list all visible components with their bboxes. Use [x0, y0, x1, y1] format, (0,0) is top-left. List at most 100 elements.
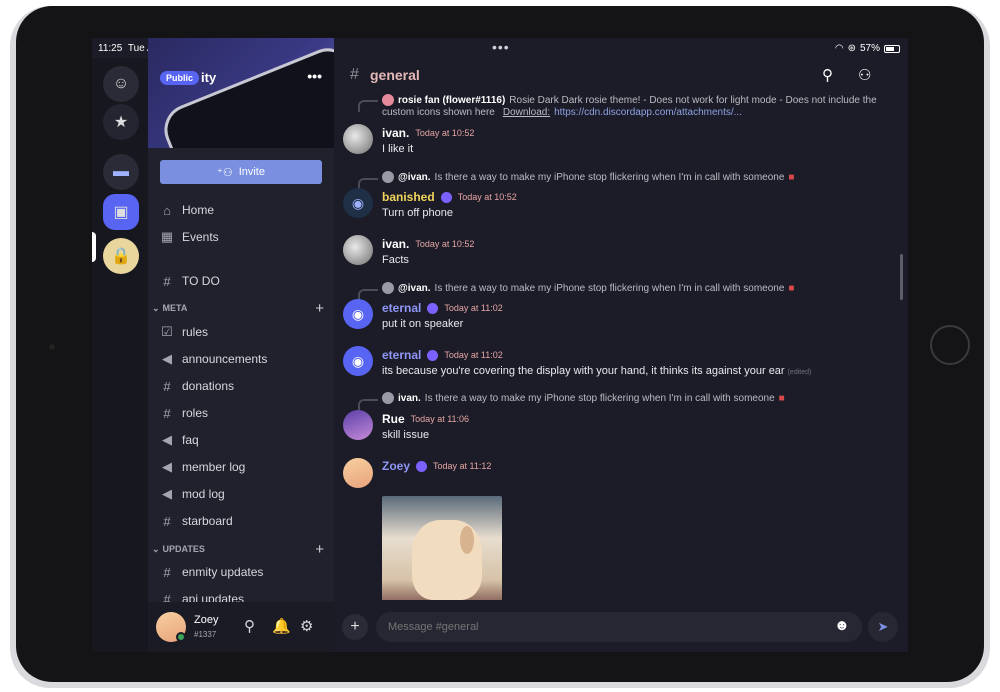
avatar[interactable] — [343, 235, 373, 265]
attachment-link[interactable]: https://cdn.discordapp.com/attachments/.… — [554, 107, 742, 118]
avatar[interactable] — [343, 410, 373, 440]
front-camera — [49, 344, 55, 350]
megaphone-icon: ◀ — [162, 459, 172, 474]
angry-emoji-icon: ■ — [788, 171, 795, 183]
megaphone-icon: ◀ — [162, 486, 172, 501]
message-list[interactable]: rosie fan (flower#1116) Rosie Dark Dark … — [334, 92, 908, 600]
megaphone-icon: ◀ — [162, 432, 172, 447]
server-enmity-icon[interactable]: ▣ — [103, 194, 139, 230]
add-channel-icon[interactable]: + — [315, 541, 324, 558]
checklist-icon: ☑ — [161, 324, 173, 339]
bell-icon[interactable]: 🔔 — [272, 617, 291, 635]
channel-enmity-updates[interactable]: # enmity updates — [160, 562, 263, 582]
timestamp: Today at 10:52 — [415, 128, 475, 138]
timestamp: Today at 11:12 — [433, 461, 492, 471]
gear-icon[interactable]: ⚙ — [300, 617, 313, 635]
message-body: Turn off phone — [382, 207, 453, 219]
hash-icon: # — [350, 66, 359, 83]
selected-server-indicator — [92, 232, 96, 262]
channel-member-log[interactable]: ◀ member log — [160, 457, 245, 477]
server-title: Public ity — [160, 70, 216, 85]
avatar[interactable] — [343, 458, 373, 488]
avatar[interactable] — [343, 124, 373, 154]
timestamp: Today at 11:06 — [410, 414, 470, 424]
channel-faq[interactable]: ◀ faq — [160, 430, 199, 450]
server-menu-icon[interactable]: ••• — [307, 68, 322, 84]
server-lock-icon[interactable]: 🔒 — [103, 238, 139, 274]
search-icon[interactable]: ⚲ — [822, 66, 833, 84]
scrollbar[interactable] — [900, 254, 903, 300]
reply-connector — [358, 399, 378, 411]
members-icon[interactable]: ⚇ — [858, 66, 871, 84]
multitasking-dots-icon[interactable]: ••• — [492, 39, 510, 55]
message-author[interactable]: Rue Today at 11:06 — [382, 412, 469, 426]
folder-icon[interactable]: ▬ — [103, 154, 139, 190]
reply-preview[interactable]: @ivan. Is there a way to make my iPhone … — [382, 282, 794, 294]
message-author[interactable]: eternal Today at 11:02 — [382, 301, 503, 315]
avatar[interactable]: ◉ — [343, 346, 373, 376]
search-friends-icon[interactable]: ⚲ — [244, 617, 255, 635]
reply-avatar — [382, 282, 394, 294]
timestamp: Today at 10:52 — [415, 239, 475, 249]
channel-starboard[interactable]: # starboard — [160, 511, 232, 531]
online-status-dot — [176, 632, 186, 642]
megaphone-icon: ◀ — [162, 351, 172, 366]
edited-label: (edited) — [787, 369, 812, 376]
chat-area: # general ⚲ ⚇ rosie fan (flower#1116) Ro… — [334, 58, 908, 652]
message-author[interactable]: banished Today at 10:52 — [382, 190, 517, 204]
battery-percent: 57% — [859, 43, 880, 54]
battery-icon — [884, 44, 900, 53]
hash-icon: # — [163, 273, 171, 289]
message-author[interactable]: ivan. Today at 10:52 — [382, 126, 474, 140]
sidebar-item-home[interactable]: ⌂ Home — [160, 200, 214, 220]
emoji-icon[interactable]: ☻ — [834, 617, 850, 634]
discord-logo-icon: ◉ — [351, 352, 365, 369]
angry-emoji-icon: ■ — [778, 392, 785, 404]
server-name: ity — [201, 70, 217, 85]
message-body: I like it — [382, 143, 414, 155]
direct-messages-icon[interactable]: ☺ — [103, 66, 139, 102]
image-attachment[interactable] — [382, 496, 502, 600]
add-channel-icon[interactable]: + — [315, 300, 324, 317]
calendar-icon: ▦ — [160, 229, 174, 244]
server-banner[interactable]: Public ity ••• — [148, 38, 334, 148]
timestamp: Today at 11:02 — [444, 350, 503, 360]
reply-preview[interactable]: rosie fan (flower#1116) Rosie Dark Dark … — [382, 94, 877, 106]
channel-donations[interactable]: # donations — [160, 376, 234, 396]
banner-phone-image — [156, 40, 334, 148]
chevron-down-icon: ⌄ — [152, 543, 160, 554]
message-input[interactable] — [376, 612, 862, 642]
channel-todo[interactable]: # TO DO — [160, 271, 219, 291]
category-updates[interactable]: ⌄ UPDATES + — [152, 541, 328, 558]
public-badge: Public — [160, 70, 200, 85]
add-user-icon: ⁺⚇ — [217, 166, 233, 179]
channel-announcements[interactable]: ◀ announcements — [160, 349, 267, 369]
message-author[interactable]: Zoey Today at 11:12 — [382, 459, 491, 473]
invite-label: Invite — [238, 166, 265, 178]
timestamp: Today at 11:02 — [444, 303, 503, 313]
reply-preview[interactable]: ivan. Is there a way to make my iPhone s… — [382, 392, 785, 404]
invite-button[interactable]: ⁺⚇ Invite — [160, 160, 322, 184]
avatar[interactable]: ◉ — [343, 299, 373, 329]
message-author[interactable]: ivan. Today at 10:52 — [382, 237, 474, 251]
home-button[interactable] — [930, 325, 970, 365]
avatar[interactable]: ◉ — [343, 188, 373, 218]
send-button[interactable]: ➤ — [868, 612, 898, 642]
message-body: skill issue — [382, 429, 430, 441]
channel-mod-log[interactable]: ◀ mod log — [160, 484, 225, 504]
discord-logo-icon: ◉ — [351, 194, 365, 211]
user-panel: Zoey #1337 ⚲ 🔔 ⚙ — [148, 602, 334, 652]
orientation-lock-icon: ⊛ — [847, 43, 856, 54]
add-attachment-button[interactable]: + — [342, 614, 368, 640]
message-author[interactable]: eternal Today at 11:02 — [382, 348, 503, 362]
hash-icon: # — [163, 513, 171, 529]
category-meta[interactable]: ⌄ META + — [152, 300, 328, 317]
discord-logo-icon: ◉ — [351, 305, 365, 322]
favorites-star-icon[interactable]: ★ — [103, 104, 139, 140]
hash-icon: # — [163, 378, 171, 394]
sidebar-item-events[interactable]: ▦ Events — [160, 227, 219, 247]
channel-rules[interactable]: ☑ rules — [160, 322, 208, 342]
nitro-badge-icon — [416, 460, 428, 472]
reply-preview[interactable]: @ivan. Is there a way to make my iPhone … — [382, 171, 794, 183]
channel-roles[interactable]: # roles — [160, 403, 208, 423]
